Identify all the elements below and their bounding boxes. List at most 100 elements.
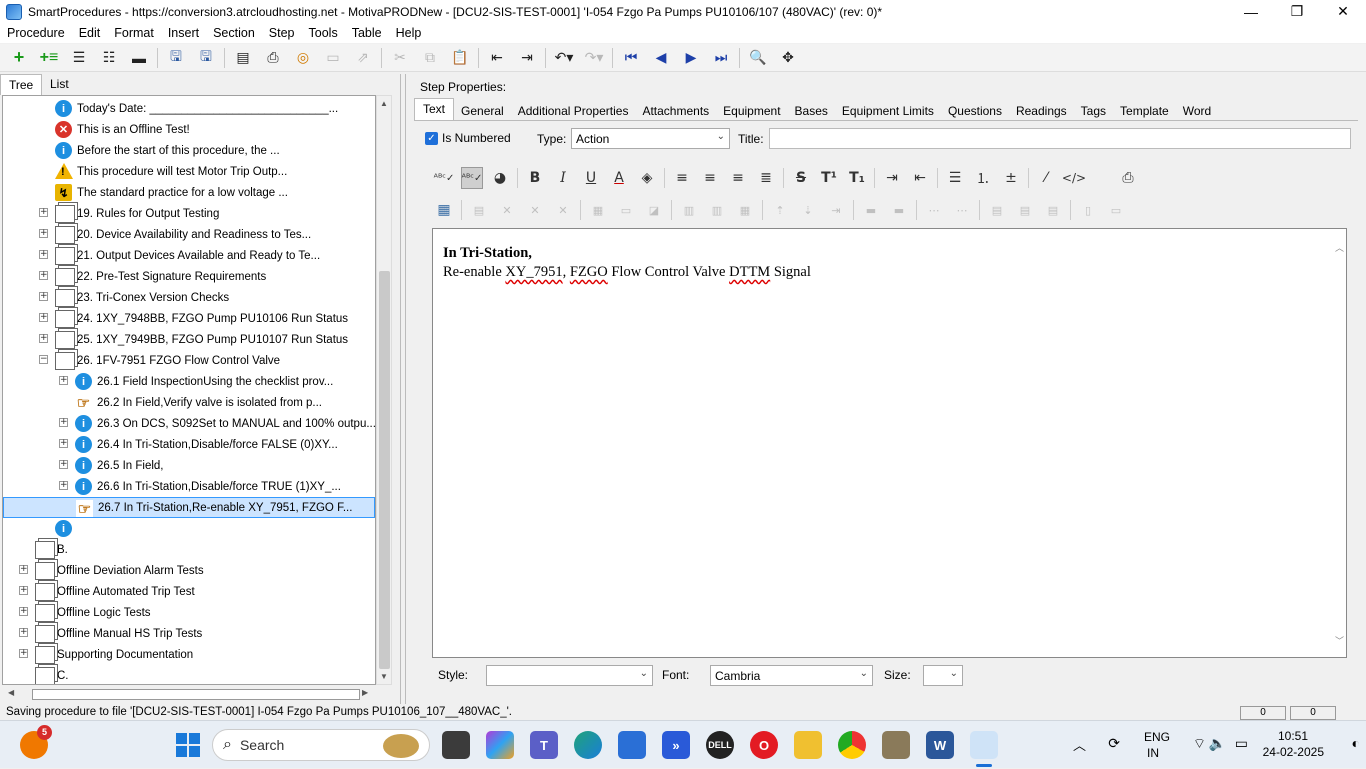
- expand-icon[interactable]: +: [19, 565, 28, 574]
- tab-bases[interactable]: Bases: [788, 101, 835, 121]
- next-step-icon[interactable]: ▶: [680, 47, 702, 69]
- tree-node[interactable]: ✕ This is an Offline Test!: [3, 119, 375, 140]
- insert-col-left-icon[interactable]: ▥: [678, 199, 700, 221]
- task-view-icon[interactable]: [442, 731, 470, 759]
- language-top[interactable]: ENG: [1144, 730, 1170, 744]
- valign-bottom-icon[interactable]: ▤: [1042, 199, 1064, 221]
- tree-vertical-scrollbar[interactable]: ▲ ▼: [376, 95, 392, 685]
- tree-node[interactable]: +24. 1XY_7948BB, FZGO Pump PU10106 Run S…: [3, 308, 375, 329]
- collapse-icon[interactable]: −: [39, 355, 48, 364]
- list-alt-icon[interactable]: ☷: [98, 47, 120, 69]
- valign-top-icon[interactable]: ▤: [986, 199, 1008, 221]
- volume-icon[interactable]: 🔈: [1209, 735, 1226, 752]
- save-all-icon[interactable]: 🖫: [165, 47, 187, 69]
- step-text-editor[interactable]: In Tri-Station, Re-enable XY_7951, FZGO …: [432, 228, 1347, 658]
- app-icon[interactable]: [882, 731, 910, 759]
- strikethrough-icon[interactable]: S: [790, 167, 812, 189]
- menu-table[interactable]: Table: [345, 26, 389, 40]
- size-select[interactable]: ⌄: [923, 665, 963, 686]
- maximize-button[interactable]: ❐: [1274, 0, 1320, 23]
- col-width-icon[interactable]: ⋯: [951, 199, 973, 221]
- italic-icon[interactable]: I: [552, 167, 574, 189]
- numbered-list-icon[interactable]: ⒈: [972, 167, 994, 189]
- paste-icon[interactable]: 📋: [449, 47, 471, 69]
- misspelled-word[interactable]: FZGO: [570, 264, 608, 280]
- chrome-icon[interactable]: [838, 731, 866, 759]
- split-cell-icon[interactable]: ⇥: [825, 199, 847, 221]
- outdent-icon[interactable]: ⇤: [486, 47, 508, 69]
- expand-icon[interactable]: +: [59, 481, 68, 490]
- tree-node[interactable]: C.: [3, 665, 375, 684]
- tab-word[interactable]: Word: [1176, 101, 1218, 121]
- tree-node[interactable]: + Offline Manual HS Trip Tests: [3, 623, 375, 644]
- print-icon[interactable]: ⎙: [262, 47, 284, 69]
- tree-node[interactable]: − 26. 1FV-7951 FZGO Flow Control Valve: [3, 350, 375, 371]
- menu-help[interactable]: Help: [389, 26, 429, 40]
- tree-node[interactable]: + Offline Logic Tests: [3, 602, 375, 623]
- clock-date[interactable]: 24-02-2025: [1263, 745, 1324, 759]
- battery-icon[interactable]: ▭: [1235, 735, 1248, 752]
- bullet-list-icon[interactable]: ☰: [944, 167, 966, 189]
- list-icon[interactable]: ☰: [68, 47, 90, 69]
- tree-node[interactable]: + Offline Automated Trip Test: [3, 581, 375, 602]
- chevron-up-icon[interactable]: ︿: [1073, 735, 1086, 754]
- last-step-icon[interactable]: ⏭: [710, 47, 732, 69]
- teams-icon[interactable]: T: [530, 731, 558, 759]
- dell-icon[interactable]: DELL: [706, 731, 734, 759]
- tree-node[interactable]: + i 26.6 In Tri-Station,Disable/force TRUE…: [3, 476, 375, 497]
- undo-icon[interactable]: ↶▾: [553, 47, 575, 69]
- expand-icon[interactable]: +: [59, 460, 68, 469]
- scroll-right-icon[interactable]: ▶: [362, 688, 368, 697]
- expand-icon[interactable]: +: [39, 229, 48, 238]
- merge-row-icon[interactable]: ▬: [860, 199, 882, 221]
- insert-col-right-icon[interactable]: ▥: [706, 199, 728, 221]
- tree-node[interactable]: +23. Tri-Conex Version Checks: [3, 287, 375, 308]
- tree-node[interactable]: +20. Device Availability and Readiness t…: [3, 224, 375, 245]
- move-icon[interactable]: ✥: [777, 47, 799, 69]
- tree-node[interactable]: +25. 1XY_7949BB, FZGO Pump PU10107 Run S…: [3, 329, 375, 350]
- tree-node[interactable]: + Offline Deviation Alarm Tests: [3, 560, 375, 581]
- copy-icon[interactable]: ⧉: [419, 47, 441, 69]
- split-row-icon[interactable]: ▬: [888, 199, 910, 221]
- scroll-up-icon[interactable]: ▲: [380, 99, 388, 108]
- word-icon[interactable]: W: [926, 731, 954, 759]
- arrow-icon[interactable]: ⇗: [352, 47, 374, 69]
- link-icon[interactable]: ◎: [292, 47, 314, 69]
- tree-node[interactable]: + i 26.5 In Field,: [3, 455, 375, 476]
- menu-section[interactable]: Section: [206, 26, 262, 40]
- align-center-icon[interactable]: ≡: [699, 167, 721, 189]
- expand-icon[interactable]: +: [19, 586, 28, 595]
- taskbar-search[interactable]: ⌕ Search: [212, 729, 430, 761]
- bold-icon[interactable]: B: [524, 167, 546, 189]
- scroll-down-icon[interactable]: ﹀: [1335, 634, 1344, 647]
- insert-row-above-icon[interactable]: ⇡: [769, 199, 791, 221]
- subscript-icon[interactable]: T₁: [846, 167, 868, 189]
- close-button[interactable]: ✕: [1320, 0, 1366, 23]
- row-height-icon[interactable]: ⋯: [923, 199, 945, 221]
- tab-equipment-limits[interactable]: Equipment Limits: [835, 101, 941, 121]
- horizontal-line-icon[interactable]: ±: [1000, 167, 1022, 189]
- auto-spellcheck-icon[interactable]: ᴬᴮᶜ✓: [461, 167, 483, 189]
- expand-icon[interactable]: +: [39, 250, 48, 259]
- tab-equipment[interactable]: Equipment: [716, 101, 787, 121]
- tree-node[interactable]: + i 26.1 Field InspectionUsing the checkli…: [3, 371, 375, 392]
- tab-tags[interactable]: Tags: [1074, 101, 1113, 121]
- cell-props-icon[interactable]: ▦: [587, 199, 609, 221]
- redo-icon[interactable]: ↷▾: [583, 47, 605, 69]
- find-icon[interactable]: 🔍: [747, 47, 769, 69]
- tree-node[interactable]: i Before the start of this procedure, the…: [3, 140, 375, 161]
- prev-step-icon[interactable]: ◀: [650, 47, 672, 69]
- delete-col-icon[interactable]: ✕: [524, 199, 546, 221]
- minimize-button[interactable]: —: [1228, 0, 1274, 23]
- opera-icon[interactable]: O: [750, 731, 778, 759]
- magic-wand-icon[interactable]: ⁄: [1035, 167, 1057, 189]
- chevron-down-icon[interactable]: ⌄: [950, 668, 958, 679]
- tree-node[interactable]: This procedure will test Motor Trip Outp…: [3, 161, 375, 182]
- cell-style-icon[interactable]: ◪: [643, 199, 665, 221]
- scroll-thumb[interactable]: [32, 689, 360, 700]
- delete-table-icon[interactable]: ✕: [552, 199, 574, 221]
- menu-insert[interactable]: Insert: [161, 26, 206, 40]
- tree-node[interactable]: ↯ The standard practice for a low voltage…: [3, 182, 375, 203]
- font-color-icon[interactable]: A: [608, 167, 630, 189]
- wifi-icon[interactable]: ⌔: [1193, 735, 1206, 753]
